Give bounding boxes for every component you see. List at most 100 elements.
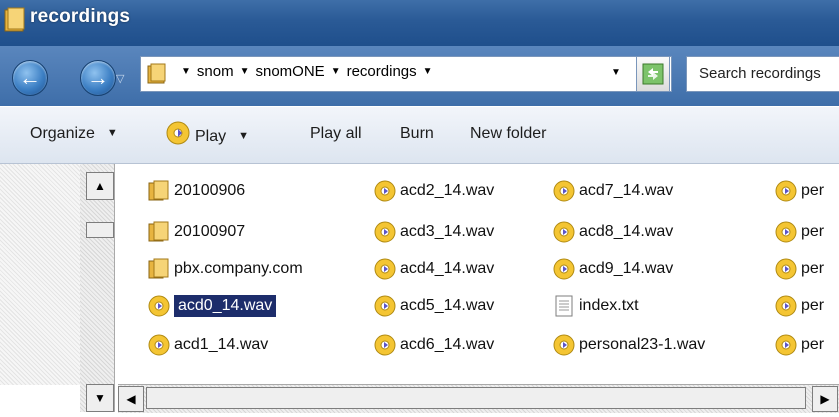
breadcrumb-item[interactable]: snomONE (256, 63, 325, 80)
audio-file-icon (374, 334, 396, 356)
triangle-left-icon: ◀ (126, 392, 136, 406)
scroll-down-button[interactable]: ▼ (86, 384, 114, 412)
file-item[interactable]: 20100907 (148, 217, 245, 247)
file-item[interactable]: acd8_14.wav (553, 217, 673, 247)
folder-icon (148, 221, 170, 243)
audio-file-icon (148, 334, 170, 356)
file-name: acd0_14.wav (174, 295, 277, 317)
play-label: Play (195, 128, 227, 145)
file-item[interactable]: index.txt (553, 291, 639, 321)
chevron-down-icon[interactable]: ▼ (181, 66, 191, 77)
audio-file-icon (775, 221, 797, 243)
file-item[interactable]: acd2_14.wav (374, 176, 494, 206)
file-name: personal23-1.wav (579, 336, 706, 353)
chevron-down-icon: ▼ (106, 127, 118, 139)
navigation-pane (0, 164, 80, 385)
file-name: acd2_14.wav (400, 182, 495, 199)
address-bar[interactable]: ▼ snom ▼ snomONE ▼ recordings ▼ ▼ (140, 56, 672, 92)
chevron-down-icon: ▼ (238, 130, 250, 142)
file-item[interactable]: per (775, 176, 824, 206)
back-button[interactable]: ← (12, 60, 48, 96)
breadcrumb-item[interactable]: snom (197, 63, 234, 80)
refresh-icon (642, 63, 664, 85)
folder-icon (147, 63, 167, 90)
audio-file-icon (775, 180, 797, 202)
file-name: acd6_14.wav (400, 336, 495, 353)
organize-button[interactable]: Organize ▼ (30, 125, 118, 143)
file-name: acd1_14.wav (174, 336, 269, 353)
search-input[interactable]: Search recordings (686, 56, 839, 92)
file-item[interactable]: acd7_14.wav (553, 176, 673, 206)
title-bar: recordings (0, 0, 839, 47)
audio-file-icon (374, 258, 396, 280)
breadcrumb: ▼ snom ▼ snomONE ▼ recordings ▼ (175, 63, 439, 80)
audio-file-icon (775, 334, 797, 356)
play-button[interactable]: Play ▼ (165, 120, 249, 146)
audio-file-icon (553, 334, 575, 356)
audio-file-icon (553, 180, 575, 202)
file-item[interactable]: acd9_14.wav (553, 254, 673, 284)
chevron-down-icon[interactable]: ▼ (240, 66, 250, 77)
file-name: index.txt (579, 297, 639, 314)
file-name: per (801, 297, 825, 314)
file-name: acd4_14.wav (400, 260, 495, 277)
folder-icon (148, 258, 170, 280)
audio-file-icon (553, 221, 575, 243)
forward-button[interactable]: → (80, 60, 116, 96)
address-dropdown-icon[interactable]: ▼ (611, 67, 621, 78)
file-item[interactable]: acd6_14.wav (374, 330, 494, 360)
folder-icon (148, 180, 170, 202)
audio-file-icon (775, 258, 797, 280)
audio-file-icon (553, 258, 575, 280)
play-all-button[interactable]: Play all (310, 125, 362, 143)
file-name: per (801, 260, 825, 277)
chevron-down-icon[interactable]: ▼ (331, 66, 341, 77)
text-file-icon (553, 295, 575, 317)
file-item[interactable]: personal23-1.wav (553, 330, 705, 360)
arrow-right-icon: → (87, 65, 109, 90)
file-name: acd7_14.wav (579, 182, 674, 199)
file-name: acd8_14.wav (579, 223, 674, 240)
audio-file-icon (775, 295, 797, 317)
file-name: acd3_14.wav (400, 223, 495, 240)
horizontal-scroll-thumb[interactable] (146, 387, 806, 409)
file-item[interactable]: per (775, 330, 824, 360)
triangle-right-icon: ▶ (820, 392, 830, 406)
file-name: per (801, 336, 825, 353)
burn-button[interactable]: Burn (400, 125, 434, 143)
audio-file-icon (374, 221, 396, 243)
file-item[interactable]: acd0_14.wav (148, 291, 277, 321)
file-item[interactable]: per (775, 254, 824, 284)
folder-icon (4, 7, 26, 38)
organize-label: Organize (30, 125, 95, 142)
window-title: recordings (30, 6, 131, 27)
play-disc-icon (166, 121, 190, 145)
scroll-right-button[interactable]: ▶ (812, 386, 838, 412)
scroll-left-button[interactable]: ◀ (118, 386, 144, 412)
refresh-button[interactable] (636, 56, 670, 92)
new-folder-button[interactable]: New folder (470, 125, 546, 143)
file-item[interactable]: 20100906 (148, 176, 245, 206)
file-name: 20100907 (174, 223, 246, 240)
scroll-up-button[interactable]: ▲ (86, 172, 114, 200)
triangle-down-icon: ▼ (94, 391, 106, 405)
file-name: acd9_14.wav (579, 260, 674, 277)
recent-pages-dropdown-icon[interactable]: ▽ (116, 72, 124, 85)
vertical-scrollbar[interactable] (80, 164, 115, 412)
file-item[interactable]: acd4_14.wav (374, 254, 494, 284)
audio-file-icon (374, 180, 396, 202)
file-name: per (801, 223, 825, 240)
file-item[interactable]: acd3_14.wav (374, 217, 494, 247)
file-item[interactable]: pbx.company.com (148, 254, 303, 284)
audio-file-icon (374, 295, 396, 317)
file-name: per (801, 182, 825, 199)
chevron-down-icon[interactable]: ▼ (423, 66, 433, 77)
file-item[interactable]: acd1_14.wav (148, 330, 268, 360)
file-name: 20100906 (174, 182, 246, 199)
scroll-thumb[interactable] (86, 222, 114, 238)
triangle-up-icon: ▲ (94, 179, 106, 193)
breadcrumb-item[interactable]: recordings (347, 63, 417, 80)
file-item[interactable]: per (775, 217, 824, 247)
file-item[interactable]: per (775, 291, 824, 321)
file-item[interactable]: acd5_14.wav (374, 291, 494, 321)
